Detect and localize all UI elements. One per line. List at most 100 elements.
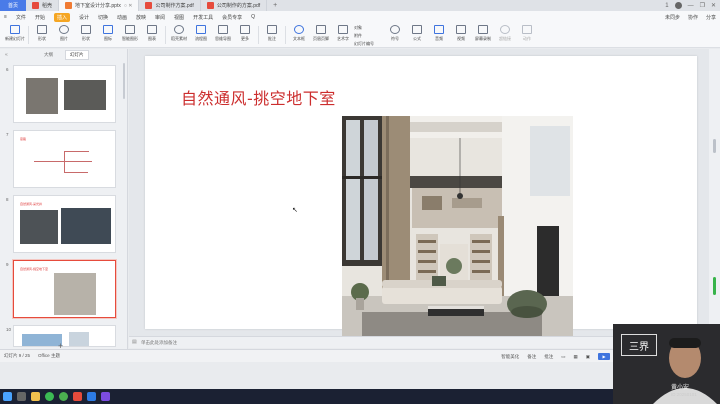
search-icon[interactable]: Q [251, 14, 255, 20]
play-slideshow-button[interactable]: ▶ [598, 353, 610, 360]
start-icon[interactable] [3, 392, 12, 401]
app-icon[interactable] [101, 392, 110, 401]
share-button[interactable]: 分享 [706, 14, 716, 21]
collapse-panel-icon[interactable]: « [5, 52, 8, 58]
normal-view-icon[interactable]: ▭ [561, 354, 565, 360]
close-window-icon[interactable]: ✕ [711, 2, 716, 9]
hamburger-icon[interactable]: ≡ [4, 14, 7, 20]
wordart-button[interactable]: 艺术字 [332, 23, 354, 42]
reading-view-icon[interactable]: ▣ [586, 354, 590, 360]
panel-scrollbar[interactable] [123, 63, 125, 99]
ribbon-label: 新建幻灯片 [5, 36, 25, 41]
new-slide-button[interactable]: 新建幻灯片 [4, 23, 26, 42]
audio-icon [434, 25, 444, 34]
more-button[interactable]: 更多 [234, 23, 256, 42]
picture-button[interactable]: 图片 [53, 23, 75, 42]
slide-thumbnail-10[interactable] [13, 325, 116, 347]
mindmap-button[interactable]: 思维导图 [212, 23, 234, 42]
smart-beautify-button[interactable]: 智能美化 [501, 354, 519, 360]
menu-slideshow[interactable]: 放映 [136, 14, 146, 21]
double-height-living-room-photo[interactable] [342, 116, 573, 346]
formula-button[interactable]: 公式 [406, 23, 428, 42]
scrollbar-thumb[interactable] [713, 139, 716, 153]
icons-button[interactable]: 图标 [97, 23, 119, 42]
wps-presentation-window: 首页 稻壳 地下室设计分享.pptx ○ ✕ 公司制作方案.pdf 公司制作的方… [0, 0, 720, 404]
menu-animation[interactable]: 动画 [117, 14, 127, 21]
sorter-view-icon[interactable]: ▦ [573, 354, 577, 360]
header-button[interactable]: 页眉页脚 [310, 23, 332, 42]
menu-insert[interactable]: 插入 [53, 12, 70, 22]
ribbon-small-item[interactable]: 对象 [354, 25, 384, 31]
slide-thumbnail-9[interactable]: 自然通风-挑空地下室 [13, 260, 116, 318]
shape2-icon [81, 25, 91, 34]
shape2-button[interactable]: 形状 [75, 23, 97, 42]
smartart-button[interactable]: 智能图形 [119, 23, 141, 42]
doc-tab-pdf-2[interactable]: 公司制作的方案.pdf [201, 0, 268, 11]
header-icon [316, 25, 326, 34]
slide-editing-area[interactable]: 自然通风-挑空地下室 [129, 49, 709, 346]
maximize-icon[interactable]: ❐ [700, 2, 705, 9]
picture-icon [59, 25, 69, 34]
menu-file[interactable]: 文件 [16, 14, 26, 21]
menu-start[interactable]: 开始 [35, 14, 45, 21]
app-icon[interactable] [87, 392, 96, 401]
theme-name[interactable]: Office 主题 [38, 353, 60, 359]
menu-transition[interactable]: 切换 [98, 14, 108, 21]
file-explorer-icon[interactable] [31, 392, 40, 401]
minimize-icon[interactable]: — [688, 3, 694, 9]
avatar[interactable] [674, 2, 682, 9]
home-tab[interactable]: 首页 [0, 0, 26, 11]
search-icon[interactable] [17, 392, 26, 401]
ribbon-small-item[interactable]: 幻灯片编号 [354, 41, 384, 47]
tab-outline[interactable]: 大纲 [44, 52, 53, 58]
sync-status[interactable]: 未同步 [665, 14, 680, 21]
menu-design[interactable]: 设计 [79, 14, 89, 21]
shape-button[interactable]: 形状 [31, 23, 53, 42]
ribbon-separator [258, 26, 259, 44]
window-controls: 1 — ❐ ✕ [665, 0, 716, 11]
slide-thumbnail-8[interactable]: 自然通风-采光井 [13, 195, 116, 253]
chart-button[interactable]: 图表 [141, 23, 163, 42]
ribbon-label: 符号 [391, 36, 399, 41]
menu-review[interactable]: 审阅 [155, 14, 165, 21]
video-button[interactable]: 视频 [450, 23, 472, 42]
collaborate-button[interactable]: 协作 [688, 14, 698, 21]
thumb-mindmap-line [64, 151, 65, 173]
ribbon-small-item[interactable]: 附件 [354, 33, 384, 39]
slide-thumbnail-6[interactable] [13, 65, 116, 123]
menu-member[interactable]: 会员专享 [222, 14, 242, 21]
current-slide[interactable]: 自然通风-挑空地下室 [145, 56, 697, 346]
vertical-scrollbar[interactable] [709, 49, 720, 349]
textbox-button[interactable]: 文本框 [288, 23, 310, 42]
wechat-icon[interactable] [59, 392, 68, 401]
comment-button[interactable]: 批注 [261, 23, 283, 42]
ribbon-label: 超链接 [499, 36, 511, 41]
new-tab-button[interactable]: + [267, 2, 283, 9]
mouse-cursor-icon: ↖ [292, 207, 298, 214]
status-right: 智能美化 备注 批注 ▭ ▦ ▣ ▶ [501, 350, 610, 363]
slide-title[interactable]: 自然通风-挑空地下室 [181, 85, 336, 109]
tab-slides[interactable]: 幻灯片 [65, 50, 89, 60]
screen-record-button[interactable]: 屏幕录制 [472, 23, 494, 42]
ribbon-label: 页眉页脚 [313, 36, 329, 41]
wps-taskbar-icon[interactable] [73, 392, 82, 401]
doc-tab-pdf-1[interactable]: 公司制作方案.pdf [139, 0, 201, 11]
flowchart-button[interactable]: 流程图 [190, 23, 212, 42]
doc-tab-pptx[interactable]: 地下室设计分享.pptx ○ ✕ [59, 0, 140, 11]
ribbon-separator [165, 26, 166, 44]
thumb-image [54, 273, 96, 315]
slide-thumbnail-7[interactable]: 思路 [13, 130, 116, 188]
symbol-button[interactable]: 符号 [384, 23, 406, 42]
notes-toggle[interactable]: 备注 [527, 354, 536, 360]
close-tab-icon[interactable]: ○ ✕ [124, 3, 133, 9]
thumb-mindmap-line [64, 151, 89, 152]
browser-icon[interactable] [45, 392, 54, 401]
wps-tab[interactable]: 稻壳 [26, 0, 60, 11]
audio-button[interactable]: 音频 [428, 23, 450, 42]
comments-toggle[interactable]: 批注 [544, 354, 553, 360]
material-button[interactable]: 稻壳素材 [168, 23, 190, 42]
shape-icon [37, 25, 47, 34]
menu-view[interactable]: 视图 [174, 14, 184, 21]
menu-developer[interactable]: 开发工具 [193, 14, 213, 21]
notes-icon: ▤ [132, 339, 137, 345]
